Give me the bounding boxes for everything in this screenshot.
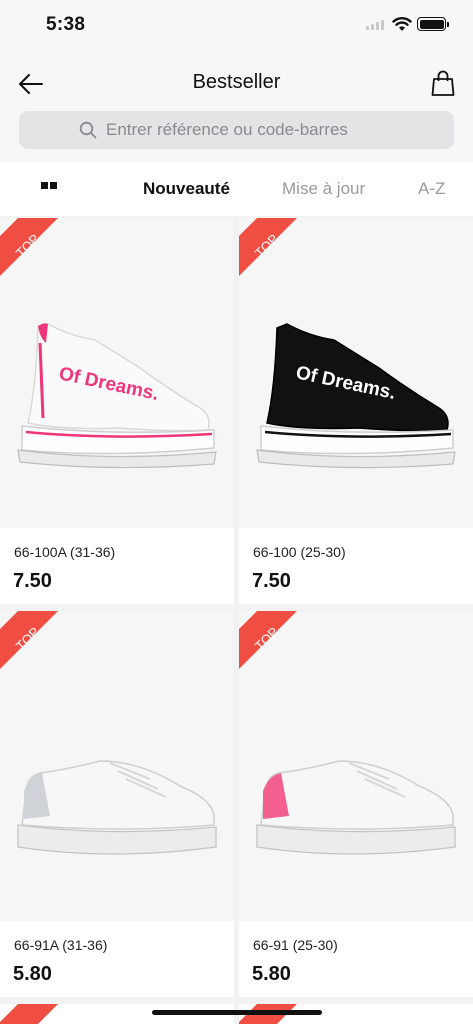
product-price: 7.50 — [252, 570, 291, 592]
product-card[interactable]: Of Dreams. TOP 66-100 (25-30) 7.50 — [239, 218, 473, 604]
shopping-bag-icon[interactable] — [428, 68, 458, 98]
top-badge: TOP — [0, 611, 58, 669]
tab-mise-a-jour[interactable]: Mise à jour — [282, 179, 365, 199]
top-badge: TOP — [239, 611, 297, 669]
search-icon — [79, 121, 97, 139]
top-badge: TOP — [0, 218, 58, 276]
home-indicator[interactable] — [152, 1010, 322, 1015]
top-bar: 5:38 Bestseller Entrer référence ou code… — [0, 0, 473, 162]
product-price: 7.50 — [13, 570, 52, 592]
product-card[interactable]: TOP 66-91A (31-36) 5.80 — [0, 611, 234, 997]
product-price: 5.80 — [252, 963, 291, 985]
page-title: Bestseller — [192, 71, 281, 93]
status-bar: 5:38 — [0, 0, 473, 54]
product-name: 66-100 (25-30) — [253, 544, 346, 560]
product-name: 66-91 (25-30) — [253, 937, 338, 953]
cellular-signal-icon — [366, 20, 384, 30]
wifi-icon — [392, 17, 412, 31]
product-card[interactable]: TOP 66-91 (25-30) 5.80 — [239, 611, 473, 997]
tab-nouveaute[interactable]: Nouveauté — [143, 179, 230, 199]
product-price: 5.80 — [13, 963, 52, 985]
top-badge: TOP — [239, 218, 297, 276]
product-name: 66-91A (31-36) — [14, 937, 108, 953]
sort-bar: Nouveauté Mise à jour A-Z — [0, 162, 473, 216]
grid-view-icon[interactable] — [41, 182, 57, 189]
battery-icon — [417, 17, 449, 31]
status-time: 5:38 — [46, 14, 86, 35]
product-name: 66-100A (31-36) — [14, 544, 116, 560]
search-input[interactable]: Entrer référence ou code-barres — [19, 111, 454, 149]
product-card[interactable]: Of Dreams. TOP 66-100A (31-36) 7.50 — [0, 218, 234, 604]
tab-a-z[interactable]: A-Z — [418, 179, 445, 199]
search-placeholder: Entrer référence ou code-barres — [106, 120, 348, 139]
navigation-bar: Bestseller — [0, 60, 473, 106]
top-badge — [0, 1004, 58, 1024]
